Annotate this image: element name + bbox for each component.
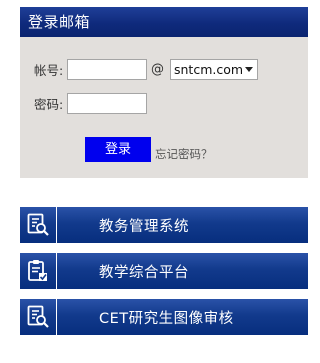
tile-divider — [56, 253, 57, 289]
tile-divider — [56, 299, 57, 335]
password-input[interactable] — [67, 93, 147, 114]
login-panel: 登录邮箱 帐号: @ sntcm.com 密码: 登录 忘记密码？ — [20, 7, 308, 178]
password-row: 密码: — [34, 93, 147, 114]
login-panel-title: 登录邮箱 — [20, 7, 308, 37]
account-row: 帐号: @ sntcm.com — [34, 59, 258, 80]
domain-select-value: sntcm.com — [174, 62, 244, 77]
document-search-icon — [21, 208, 55, 242]
clipboard-check-icon — [21, 254, 55, 288]
link-tile-label: 教务管理系统 — [99, 218, 189, 235]
domain-select[interactable]: sntcm.com — [170, 59, 258, 80]
forgot-password-link[interactable]: 忘记密码？ — [155, 146, 213, 162]
link-tile-cet-image-review[interactable]: CET研究生图像审核 — [20, 299, 308, 335]
password-label: 密码: — [34, 97, 64, 112]
page: 登录邮箱 帐号: @ sntcm.com 密码: 登录 忘记密码？ 教务管理系统… — [0, 0, 312, 363]
link-tile-label: CET研究生图像审核 — [99, 310, 234, 327]
link-tile-label: 教学综合平台 — [99, 264, 189, 281]
account-label: 帐号: — [34, 63, 64, 78]
tile-divider — [56, 207, 57, 243]
account-input[interactable] — [67, 59, 147, 80]
link-tile-teaching-platform[interactable]: 教学综合平台 — [20, 253, 308, 289]
at-sign: @ — [151, 62, 164, 77]
link-tile-academic-affairs[interactable]: 教务管理系统 — [20, 207, 308, 243]
login-button[interactable]: 登录 — [85, 137, 151, 162]
chevron-down-icon — [245, 67, 253, 72]
document-search-icon — [21, 300, 55, 334]
